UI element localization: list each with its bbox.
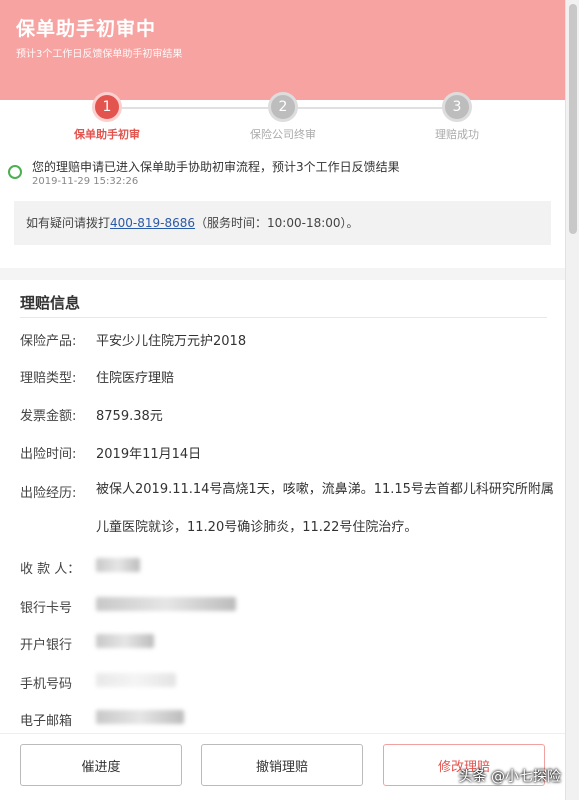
- vertical-scrollbar[interactable]: [565, 0, 579, 800]
- step-label: 理赔成功: [435, 128, 479, 141]
- status-dot-icon: [8, 165, 22, 179]
- payee-value-redacted: [96, 558, 140, 576]
- page-title: 保单助手初审中: [16, 18, 157, 40]
- incident-date-value: 2019年11月14日: [96, 447, 202, 462]
- status-message: 您的理赔申请已进入保单助手协助初审流程，预计3个工作日反馈结果 2019-11-…: [8, 158, 553, 187]
- step-2: 2 保险公司终审: [223, 92, 343, 142]
- cancel-claim-button[interactable]: 撤销理赔: [201, 744, 363, 786]
- title-underline: [20, 317, 547, 318]
- product-label: 保险产品:: [20, 334, 77, 349]
- claim-type-label: 理赔类型:: [20, 371, 77, 386]
- step-number: 2: [268, 92, 298, 122]
- step-label: 保单助手初审: [74, 128, 140, 141]
- step-3: 3 理赔成功: [397, 92, 517, 142]
- row-incident-history: 出险经历: 被保人2019.11.14号高烧1天，咳嗽，流鼻涕。11.15号去首…: [20, 482, 555, 562]
- step-number: 3: [442, 92, 472, 122]
- bank-value-redacted: [96, 634, 154, 652]
- scrollbar-thumb[interactable]: [569, 4, 577, 234]
- amount-value: 8759.38元: [96, 409, 163, 424]
- amount-label: 发票金额:: [20, 409, 77, 424]
- hotline-notice: 如有疑问请拨打400-819-8686（服务时间：10:00-18:00）。: [14, 201, 551, 245]
- section-divider: [0, 268, 565, 280]
- phone-value-redacted: [96, 673, 176, 691]
- status-timestamp: 2019-11-29 15:32:26: [32, 176, 139, 187]
- watermark-text: 头条 @小七探险: [458, 769, 561, 785]
- hotline-phone-link[interactable]: 400-819-8686: [110, 216, 195, 230]
- payee-label: 收 款 人：: [20, 562, 81, 577]
- progress-steps: 1 保单助手初审 2 保险公司终审 3 理赔成功: [0, 82, 565, 142]
- incident-history-value: 被保人2019.11.14号高烧1天，咳嗽，流鼻涕。11.15号去首都儿科研究所…: [96, 482, 554, 535]
- phone-label: 手机号码: [20, 677, 73, 692]
- claim-type-value: 住院医疗理赔: [96, 371, 175, 386]
- urge-progress-button[interactable]: 催进度: [20, 744, 182, 786]
- claim-info-title: 理赔信息: [20, 294, 81, 312]
- status-text: 您的理赔申请已进入保单助手协助初审流程，预计3个工作日反馈结果: [32, 160, 400, 174]
- bank-label: 开户银行: [20, 638, 73, 653]
- incident-history-label: 出险经历:: [20, 486, 77, 501]
- product-value: 平安少儿住院万元护2018: [96, 334, 247, 349]
- step-1: 1 保单助手初审: [47, 92, 167, 142]
- bank-card-label: 银行卡号: [20, 601, 73, 616]
- claim-progress-page: 保单助手初审中 预计3个工作日反馈保单助手初审结果 1 保单助手初审 2 保险公…: [0, 0, 565, 800]
- incident-date-label: 出险时间:: [20, 447, 77, 462]
- hotline-prefix: 如有疑问请拨打: [26, 216, 111, 230]
- email-value-redacted: [96, 710, 184, 728]
- email-label: 电子邮箱: [20, 714, 73, 729]
- hotline-suffix: （服务时间：10:00-18:00）。: [195, 216, 359, 230]
- step-number: 1: [92, 92, 122, 122]
- bank-card-value-redacted: [96, 597, 236, 615]
- step-label: 保险公司终审: [250, 128, 316, 141]
- page-subtitle: 预计3个工作日反馈保单助手初审结果: [16, 49, 183, 60]
